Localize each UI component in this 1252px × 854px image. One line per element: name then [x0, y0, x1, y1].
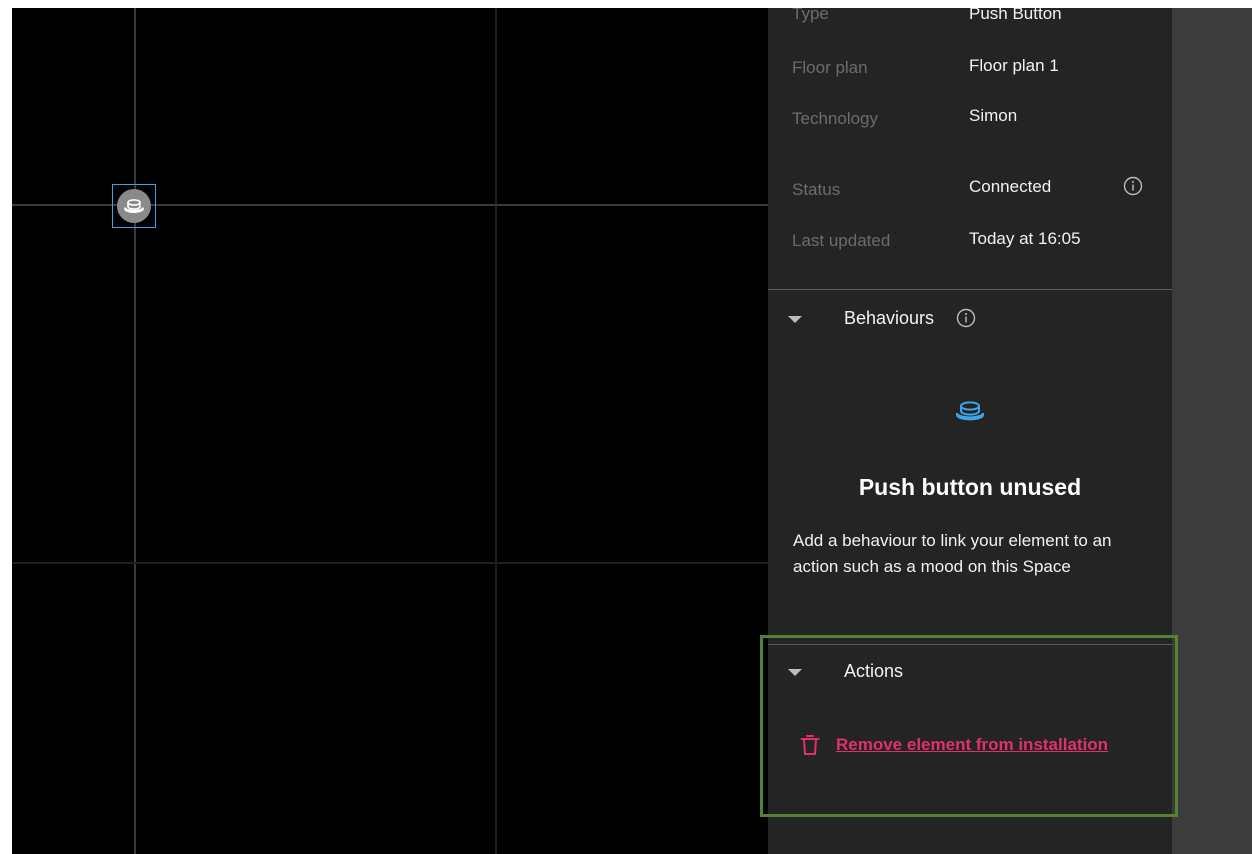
last-updated-label: Last updated	[792, 231, 891, 250]
grid-line	[495, 8, 497, 854]
behaviours-info-icon[interactable]	[956, 308, 976, 328]
grid-line	[12, 562, 768, 564]
element-details-panel: Type Push Button Floor plan Floor plan 1…	[768, 8, 1172, 854]
right-gutter	[1172, 8, 1252, 854]
actions-section-header[interactable]: Actions	[768, 653, 1172, 693]
push-button-icon	[956, 401, 984, 421]
push-button-icon	[117, 189, 151, 223]
type-value: Push Button	[969, 8, 1062, 23]
type-label: Type	[792, 8, 829, 23]
section-divider	[768, 644, 1172, 645]
caret-down-icon	[788, 669, 802, 676]
behaviours-title: Behaviours	[844, 308, 935, 328]
remove-element-label: Remove element from installation	[836, 735, 1109, 754]
behaviours-empty-description: Add a behaviour to link your element to …	[793, 531, 1112, 576]
behaviours-section-header[interactable]: Behaviours	[768, 300, 1172, 340]
last-updated-value: Today at 16:05	[969, 229, 1081, 248]
status-label: Status	[792, 180, 841, 199]
technology-value: Simon	[969, 106, 1018, 125]
section-divider	[768, 289, 1172, 290]
remove-element-link[interactable]: Remove element from installation	[800, 734, 1108, 756]
behaviours-empty-title: Push button unused	[858, 474, 1082, 500]
push-button-element-marker[interactable]	[112, 184, 156, 228]
app-viewport: Type Push Button Floor plan Floor plan 1…	[12, 8, 1252, 854]
caret-down-icon	[788, 316, 802, 323]
grid-line	[134, 8, 136, 854]
floor-plan-value: Floor plan 1	[969, 56, 1059, 75]
technology-label: Technology	[792, 109, 879, 128]
floor-plan-label: Floor plan	[792, 58, 868, 77]
actions-title: Actions	[844, 661, 904, 681]
floor-plan-canvas[interactable]	[12, 8, 768, 854]
status-info-icon[interactable]	[1123, 176, 1143, 196]
status-value: Connected	[969, 177, 1052, 196]
trash-icon	[800, 735, 820, 755]
